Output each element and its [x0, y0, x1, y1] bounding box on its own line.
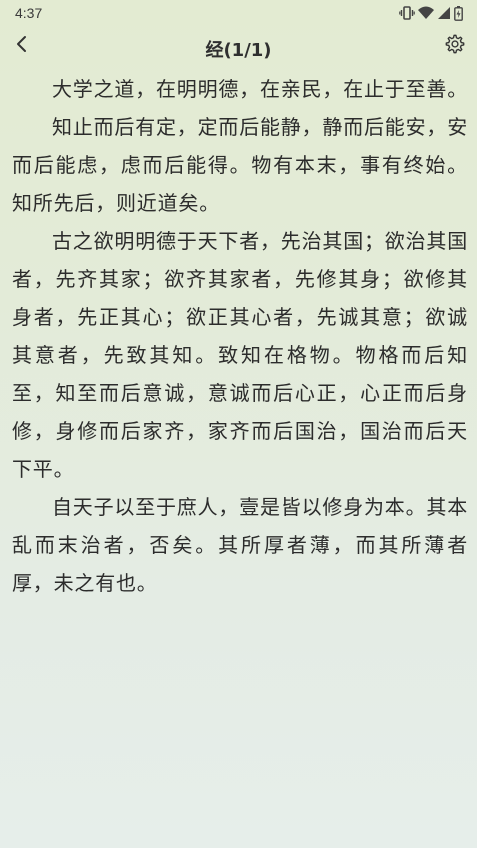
- page-title: 经(1/1): [205, 40, 272, 61]
- paragraph: 知止而后有定，定而后能静，静而后能安，安而后能虑，虑而后能得。物有本末，事有终始…: [12, 115, 468, 215]
- paragraph: 自天子以至于庶人，壹是皆以修身为本。其本乱而末治者，否矣。其所厚者薄，而其所薄者…: [12, 495, 468, 595]
- status-time: 4:37: [15, 5, 43, 21]
- settings-button[interactable]: [443, 34, 467, 58]
- status-bar: 4:37: [0, 0, 477, 26]
- vibrate-icon: [399, 6, 415, 20]
- wifi-icon: [418, 6, 434, 20]
- paragraph: 大学之道，在明明德，在亲民，在止于至善。: [52, 77, 468, 101]
- status-icons: [399, 5, 463, 21]
- app-bar: 经(1/1): [0, 26, 477, 68]
- gear-icon: [444, 33, 466, 59]
- battery-icon: [454, 5, 463, 21]
- signal-icon: [437, 6, 451, 20]
- paragraph: 古之欲明明德于天下者，先治其国；欲治其国者，先齐其家；欲齐其家者，先修其身；欲修…: [12, 229, 468, 481]
- reading-content: 大学之道，在明明德，在亲民，在止于至善。 知止而后有定，定而后能静，静而后能安，…: [12, 70, 468, 602]
